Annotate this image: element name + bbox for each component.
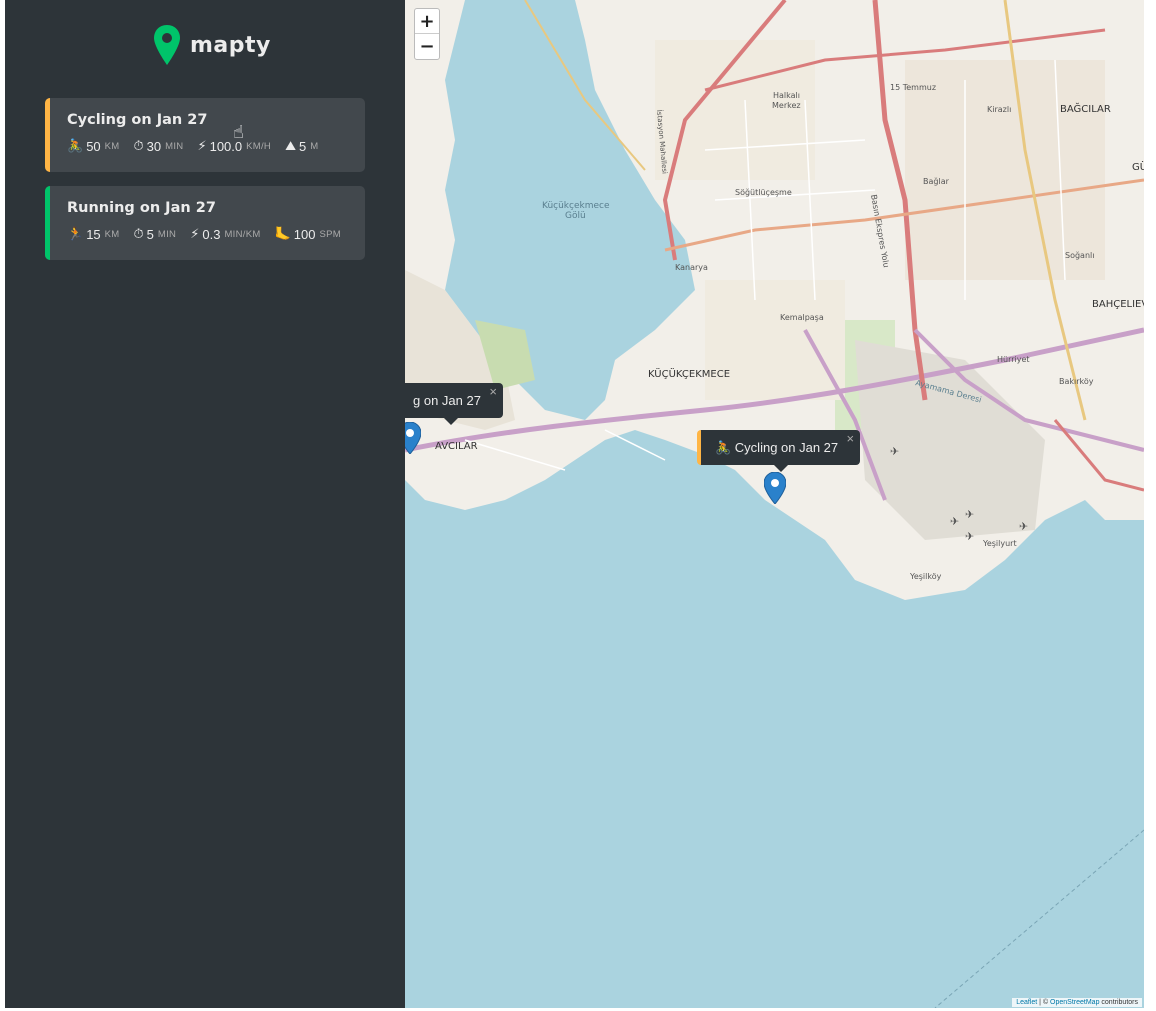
workout-popup-running[interactable]: g on Jan 27 ×: [405, 383, 503, 425]
duration-value: 5: [146, 226, 154, 242]
map-label-avcilar: AVCILAR: [435, 441, 478, 452]
popup-close-button[interactable]: ×: [847, 421, 855, 456]
map-label-soganli: Soğanlı: [1065, 251, 1094, 260]
map-label-gu: GÜ: [1132, 160, 1144, 173]
airport-icon: ✈: [965, 531, 974, 543]
map-marker-icon[interactable]: [764, 472, 786, 504]
map[interactable]: KÜÇÜKÇEKMECE AVCILAR BAĞCILAR BAHÇELIEV …: [405, 0, 1144, 1008]
map-label-halkali: Halkalı: [773, 91, 800, 100]
hand-cursor-icon: ☝: [233, 122, 244, 142]
workout-title: Running on Jan 27: [67, 200, 216, 216]
map-label-kemalpasa: Kemalpaşa: [780, 313, 824, 322]
map-label-bakirkoy: Bakırköy: [1059, 377, 1094, 386]
distance-unit: KM: [104, 228, 120, 240]
distance-value: 15: [86, 226, 101, 242]
map-label-baglar: Bağlar: [923, 177, 950, 186]
elevation-value: 5: [299, 138, 307, 154]
lightning-icon: ⚡: [197, 138, 207, 153]
map-pin-logo-icon: [154, 25, 180, 65]
leaflet-link[interactable]: Leaflet: [1016, 999, 1037, 1006]
zoom-control: + −: [414, 8, 440, 60]
stopwatch-icon: ⏱: [133, 226, 144, 241]
map-label-bahcelievler: BAHÇELIEV: [1092, 299, 1144, 310]
runner-icon: 🏃: [67, 226, 84, 241]
map-label-kucukcekmece: KÜÇÜKÇEKMECE: [648, 367, 730, 380]
map-attribution: Leaflet | © OpenStreetMap contributors: [1012, 998, 1142, 1007]
workout-elevation: ⛰ 5 M: [285, 138, 318, 154]
popup-text: g on Jan 27: [413, 393, 481, 408]
airport-icon: ✈: [965, 509, 974, 521]
airport-icon: ✈: [890, 446, 899, 458]
pace-unit: MIN/KM: [224, 228, 261, 240]
workout-duration: ⏱ 30 MIN: [134, 138, 184, 154]
workout-cadence: 🦶 100 SPM: [275, 226, 341, 242]
workout-details: 🚴 50 KM ⏱ 30 MIN ⚡ 100.0 KM/H ⛰ 5 M: [67, 138, 365, 154]
mountain-icon: ⛰: [285, 138, 297, 153]
duration-value: 30: [146, 138, 162, 154]
workout-distance: 🏃 15 KM: [67, 226, 120, 242]
duration-unit: MIN: [165, 140, 184, 152]
workout-distance: 🚴 50 KM: [67, 138, 120, 154]
workout-item-running[interactable]: Running on Jan 27 🏃 15 KM ⏱ 5 MIN ⚡ 0.3: [45, 186, 365, 260]
workout-pace: ⚡ 0.3 MIN/KM: [190, 226, 260, 242]
foot-icon: 🦶: [274, 226, 291, 241]
airport-icon: ✈: [1019, 521, 1028, 533]
map-label-merkez: Merkez: [772, 101, 801, 110]
map-label-hurriyet: Hürriyet: [997, 355, 1030, 364]
map-label-kirazli: Kirazlı: [987, 105, 1011, 114]
cadence-unit: SPM: [319, 228, 341, 240]
popup-close-button[interactable]: ×: [489, 374, 497, 409]
map-label-15-temmuz: 15 Temmuz: [890, 83, 936, 92]
pace-value: 0.3: [202, 226, 221, 242]
workout-duration: ⏱ 5 MIN: [134, 226, 177, 242]
osm-link[interactable]: OpenStreetMap: [1050, 999, 1099, 1006]
zoom-out-button[interactable]: −: [415, 34, 439, 59]
stopwatch-icon: ⏱: [133, 138, 144, 153]
bicycle-icon: 🚴: [67, 138, 84, 153]
distance-value: 50: [86, 138, 101, 154]
map-tiles[interactable]: KÜÇÜKÇEKMECE AVCILAR BAĞCILAR BAHÇELIEV …: [405, 0, 1144, 1008]
attribution-separator: | ©: [1037, 999, 1051, 1006]
map-label-lake-2: Gölü: [565, 211, 586, 221]
map-label-yesilkoy: Yeşilköy: [909, 572, 942, 581]
workout-popup-cycling[interactable]: 🚴 Cycling on Jan 27 ×: [697, 430, 861, 472]
attribution-suffix: contributors: [1099, 999, 1138, 1006]
elevation-unit: M: [310, 140, 319, 152]
sidebar: mapty Cycling on Jan 27 🚴 50 KM ⏱ 30 MIN: [5, 0, 405, 1008]
app: mapty Cycling on Jan 27 🚴 50 KM ⏱ 30 MIN: [5, 0, 1144, 1008]
lightning-icon: ⚡: [190, 226, 200, 241]
workout-title: Cycling on Jan 27: [67, 112, 208, 128]
map-label-kanarya: Kanarya: [675, 263, 708, 272]
speed-unit: KM/H: [246, 140, 272, 152]
distance-unit: KM: [104, 140, 120, 152]
cadence-value: 100: [293, 226, 316, 242]
duration-unit: MIN: [157, 228, 177, 240]
map-marker-icon[interactable]: [405, 422, 421, 454]
logo: mapty: [154, 25, 271, 65]
map-label-bagcilar: BAĞCILAR: [1060, 102, 1111, 115]
zoom-in-button[interactable]: +: [415, 9, 439, 34]
workout-list: Cycling on Jan 27 🚴 50 KM ⏱ 30 MIN ⚡ 100…: [45, 98, 365, 274]
workout-item-cycling[interactable]: Cycling on Jan 27 🚴 50 KM ⏱ 30 MIN ⚡ 100…: [45, 98, 365, 172]
workout-details: 🏃 15 KM ⏱ 5 MIN ⚡ 0.3 MIN/KM 🦶 100 SPM: [67, 226, 365, 242]
airport-icon: ✈: [950, 516, 959, 528]
map-label-lake: Küçükçekmece: [542, 201, 610, 211]
map-label-sogutlucesme: Söğütlüçeşme: [735, 188, 792, 197]
brand-name: mapty: [190, 32, 271, 58]
popup-text: 🚴 Cycling on Jan 27: [715, 440, 839, 455]
map-label-yesilyurt: Yeşilyurt: [982, 539, 1017, 548]
